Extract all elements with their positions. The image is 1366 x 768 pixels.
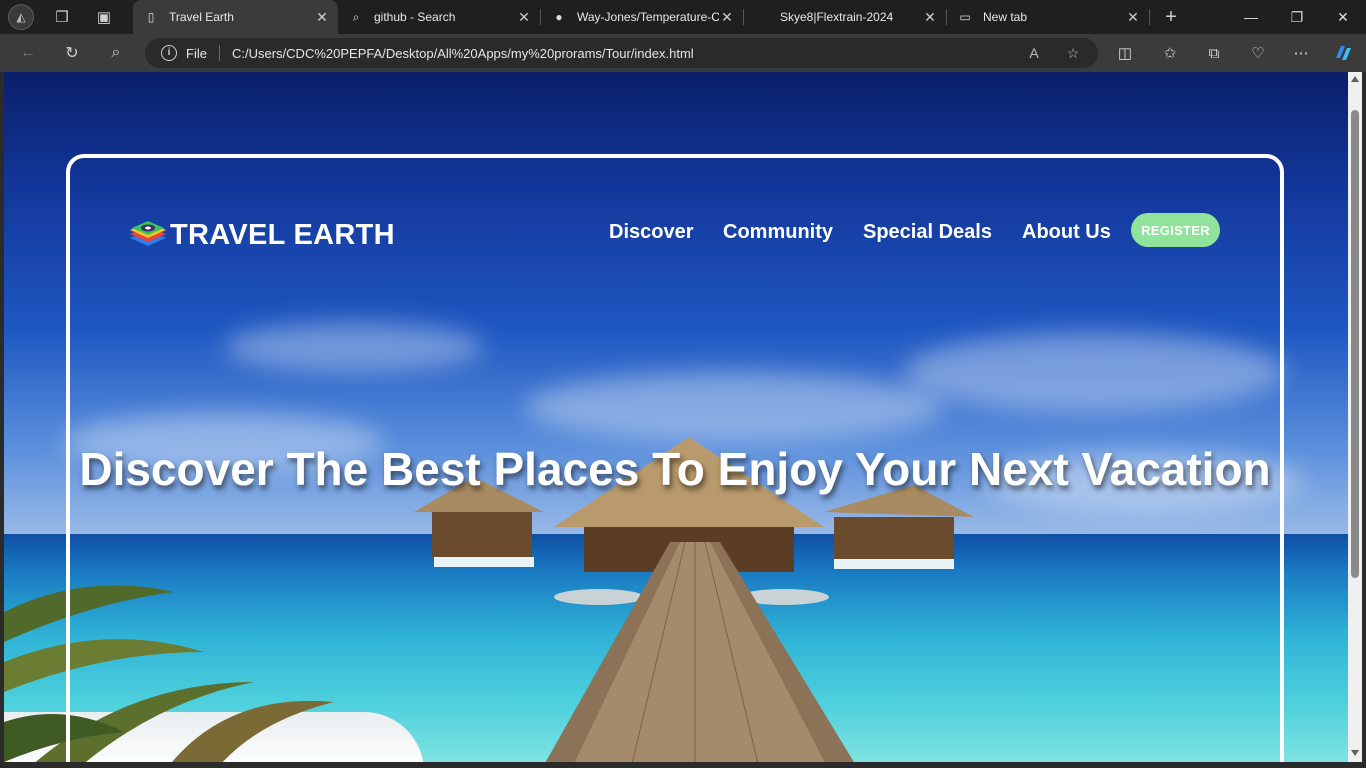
site-logo[interactable]: TRAVEL EARTH (128, 218, 395, 252)
copilot-icon[interactable] (1333, 43, 1353, 63)
nav-about-us[interactable]: About Us (1022, 221, 1111, 244)
split-screen-icon[interactable]: ◫ (1115, 43, 1135, 63)
hero-card: TRAVEL EARTH Discover Community Special … (66, 154, 1284, 762)
url-text[interactable]: C:/Users/CDC%20PEPFA/Desktop/All%20Apps/… (232, 46, 694, 61)
page-icon: ▯ (147, 10, 155, 24)
new-tab-plus-icon[interactable]: + (1161, 6, 1181, 28)
scheme-label: File (186, 46, 207, 61)
browser-toolbar: ← ↻ ⌕ i File C:/Users/CDC%20PEPFA/Deskto… (0, 34, 1366, 72)
read-aloud-icon[interactable]: A (1025, 44, 1043, 62)
tab-actions-icon[interactable]: ▣ (94, 7, 114, 27)
tab-title: Skye8|Flextrain-2024 (780, 10, 894, 24)
search-icon[interactable]: ⌕ (104, 41, 128, 65)
favorites-icon[interactable]: ✩ (1160, 43, 1180, 63)
nav-special-deals[interactable]: Special Deals (863, 221, 992, 244)
scroll-thumb[interactable] (1351, 110, 1359, 578)
register-button[interactable]: REGISTER (1131, 213, 1220, 247)
github-icon: ● (555, 10, 563, 24)
tab-flextrain[interactable]: Skye8|Flextrain-2024 ✕ (744, 0, 946, 34)
close-window-icon[interactable]: ✕ (1320, 0, 1366, 34)
tab-github-search[interactable]: ⌕ github - Search ✕ (338, 0, 540, 34)
workspaces-icon[interactable]: ❐ (52, 7, 72, 27)
close-tab-icon[interactable]: ✕ (922, 9, 938, 26)
scroll-up-arrow-icon[interactable] (1351, 76, 1359, 82)
profile-icon[interactable]: ◭ (8, 4, 34, 30)
tab-travel-earth[interactable]: ▯ Travel Earth ✕ (133, 0, 338, 34)
info-icon[interactable]: i (161, 45, 177, 61)
collections-icon[interactable]: ⧉ (1204, 43, 1224, 63)
search-icon: ⌕ (352, 9, 360, 24)
tab-title: Travel Earth (169, 10, 234, 24)
logo-icon (130, 221, 166, 246)
browser-window: ◭ ❐ ▣ ▯ Travel Earth ✕ ⌕ github - Search… (0, 0, 1366, 768)
scroll-down-arrow-icon[interactable] (1351, 750, 1359, 756)
close-tab-icon[interactable]: ✕ (719, 9, 735, 26)
logo-text: TRAVEL EARTH (170, 218, 395, 251)
newtab-icon: ▭ (959, 10, 971, 24)
address-divider (219, 45, 220, 61)
browser-essentials-icon[interactable]: ♡ (1248, 43, 1268, 63)
restore-icon[interactable]: ❐ (1274, 0, 1320, 34)
page-viewport: TRAVEL EARTH Discover Community Special … (4, 72, 1348, 762)
minimize-icon[interactable]: — (1228, 0, 1274, 34)
hero-title: Discover The Best Places To Enjoy Your N… (79, 443, 1271, 495)
nav-discover[interactable]: Discover (609, 221, 694, 244)
close-tab-icon[interactable]: ✕ (516, 9, 532, 26)
nav-community[interactable]: Community (723, 221, 833, 244)
tab-new-tab[interactable]: ▭ New tab ✕ (947, 0, 1149, 34)
tab-divider (1149, 9, 1150, 25)
page-icon (754, 9, 770, 25)
close-tab-icon[interactable]: ✕ (1125, 9, 1141, 26)
tab-title: Way-Jones/Temperature-C (577, 10, 719, 24)
favorite-star-icon[interactable]: ☆ (1064, 44, 1082, 62)
page-scrollbar[interactable] (1348, 72, 1362, 762)
tab-title: New tab (983, 10, 1028, 24)
tab-strip: ◭ ❐ ▣ ▯ Travel Earth ✕ ⌕ github - Search… (0, 0, 1366, 34)
tab-temperature-repo[interactable]: ● Way-Jones/Temperature-C ✕ (541, 0, 743, 34)
back-arrow-icon[interactable]: ← (16, 41, 40, 65)
reload-icon[interactable]: ↻ (60, 41, 84, 65)
close-tab-icon[interactable]: ✕ (314, 9, 330, 26)
more-menu-icon[interactable]: ⋯ (1291, 43, 1311, 63)
tab-title: github - Search (374, 10, 456, 24)
address-bar[interactable]: i File C:/Users/CDC%20PEPFA/Desktop/All%… (145, 38, 1098, 68)
